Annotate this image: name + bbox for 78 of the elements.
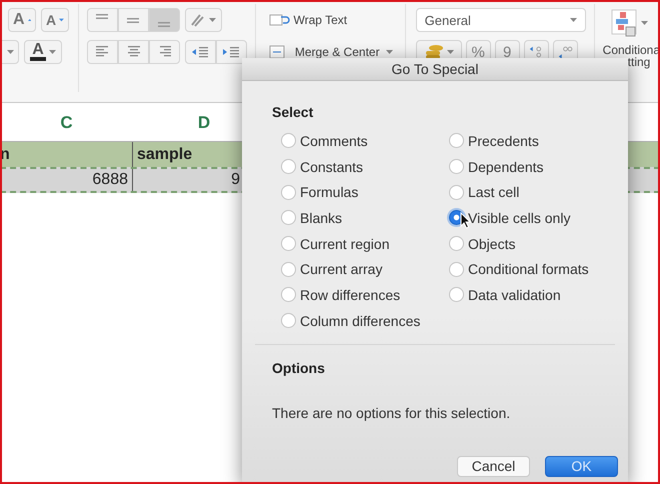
vertical-align-button[interactable] <box>148 8 180 32</box>
radio-button[interactable] <box>281 210 296 226</box>
coins-icon <box>424 44 444 60</box>
radio-option[interactable]: Blanks <box>281 205 342 231</box>
increase-decimal-icon <box>528 44 544 60</box>
table-cell: 6888 <box>0 169 133 191</box>
radio-option[interactable]: Comments <box>281 128 368 154</box>
decrease-indent-button[interactable] <box>184 40 216 64</box>
radio-button[interactable] <box>281 262 296 277</box>
horizontal-align-button[interactable] <box>118 40 149 64</box>
color-bar-icon <box>30 57 46 61</box>
horizontal-align-button[interactable] <box>148 40 180 64</box>
radio-button[interactable] <box>281 133 296 148</box>
grow-font-button[interactable]: A <box>8 8 36 32</box>
table-cell-text: sample <box>136 144 194 164</box>
radio-option[interactable]: Formulas <box>281 179 358 206</box>
align-right-icon <box>157 46 172 58</box>
align-left-icon <box>95 46 110 58</box>
increase-indent-button[interactable] <box>216 40 247 64</box>
vertical-align-button[interactable] <box>86 8 118 32</box>
wrap-text-button[interactable]: Wrap Text <box>268 8 348 32</box>
radio-option[interactable]: Objects <box>449 230 516 256</box>
indent-icon <box>191 46 210 58</box>
cancel-button[interactable]: Cancel <box>457 456 530 476</box>
radio-button[interactable] <box>281 184 296 200</box>
radio-option[interactable]: Current region <box>281 230 390 256</box>
caret-icon <box>570 18 577 22</box>
orientation-button[interactable] <box>184 8 222 32</box>
table-cell-text: 9 <box>230 170 241 190</box>
radio-option[interactable]: Current array <box>281 256 382 282</box>
dialog-title: Go To Special <box>392 61 478 77</box>
radio-button[interactable] <box>281 287 296 302</box>
wrap-text-icon <box>268 13 291 27</box>
button-label: Conditiona <box>602 44 660 56</box>
radio-option[interactable]: Row differences <box>281 282 400 308</box>
radio-button[interactable] <box>449 133 464 148</box>
font-color-button[interactable]: A <box>24 40 62 64</box>
caret-icon <box>640 21 648 25</box>
shrink-font-button[interactable]: A <box>41 8 69 32</box>
up-caret-icon <box>28 18 31 22</box>
caret-icon <box>386 50 393 54</box>
caret-icon <box>7 50 14 54</box>
radio-button[interactable] <box>449 236 464 252</box>
column-header[interactable]: C <box>0 105 133 141</box>
caret-icon <box>209 18 216 22</box>
radio-option[interactable]: Constants <box>281 154 364 180</box>
radio-button[interactable] <box>449 262 464 277</box>
options-message: There are no options for this selection. <box>272 404 512 420</box>
merge-center-button[interactable]: Merge & Center <box>268 40 393 64</box>
radio-button[interactable] <box>281 159 296 174</box>
radio-button[interactable] <box>281 236 296 252</box>
indent-icon <box>222 46 240 58</box>
radio-button[interactable] <box>449 287 464 302</box>
align-center-icon <box>126 46 140 58</box>
decrease-decimal-icon <box>558 44 573 60</box>
vertical-align-button[interactable] <box>118 8 149 32</box>
caret-icon <box>49 50 56 54</box>
radio-button[interactable] <box>449 159 464 174</box>
radio-button[interactable] <box>281 313 296 328</box>
section-heading: Options <box>272 360 326 376</box>
button-label: tting <box>626 56 650 68</box>
align-bottom-icon <box>158 22 170 26</box>
radio-button[interactable] <box>449 184 464 200</box>
section-heading: Select <box>272 104 314 120</box>
radio-option[interactable]: Dependents <box>449 154 544 180</box>
align-middle-icon <box>127 18 140 22</box>
horizontal-align-button[interactable] <box>86 40 118 64</box>
radio-option[interactable]: Column differences <box>281 308 420 334</box>
radio-option[interactable]: Conditional formats <box>449 256 589 282</box>
conditional-formatting-icon <box>610 9 637 37</box>
down-caret-icon <box>59 18 64 22</box>
radio-option[interactable]: Data validation <box>449 282 561 308</box>
radio-option[interactable]: Precedents <box>449 128 539 154</box>
number-format-dropdown[interactable]: General <box>416 8 586 32</box>
angled-text-icon <box>190 13 206 27</box>
align-top-icon <box>96 14 108 18</box>
caret-icon <box>446 50 454 54</box>
radio-option[interactable]: Last cell <box>449 179 520 206</box>
